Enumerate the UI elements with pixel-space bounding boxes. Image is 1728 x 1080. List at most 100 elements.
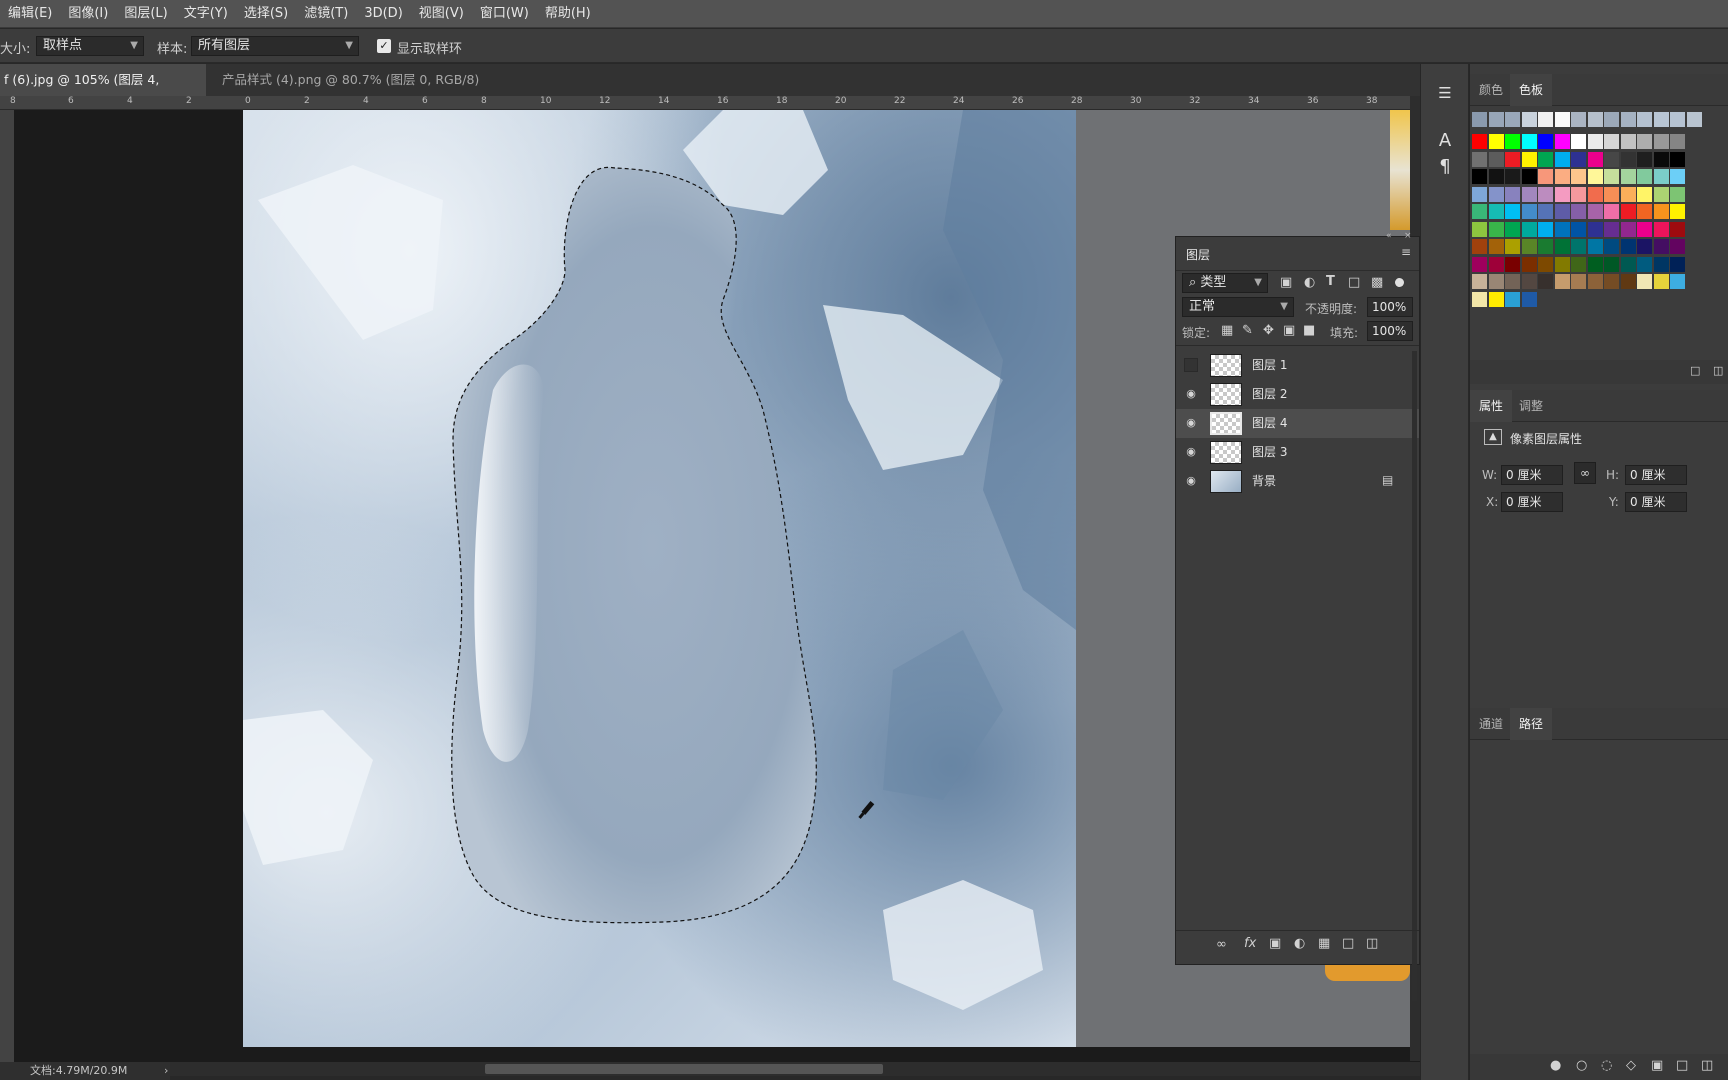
color-swatch[interactable] <box>1554 151 1570 167</box>
document-tab-inactive[interactable]: 产品样式 (4).png @ 80.7% (图层 0, RGB/8) *× <box>218 64 480 119</box>
document-tab-active[interactable]: f (6).jpg @ 105% (图层 4, RGB/8) *× <box>0 64 206 119</box>
history-icon[interactable]: ☰ <box>1421 84 1469 102</box>
color-swatch[interactable] <box>1604 134 1619 149</box>
color-swatch[interactable] <box>1538 169 1553 184</box>
menu-item[interactable]: 图像(I) <box>60 0 116 28</box>
color-swatch[interactable] <box>1604 204 1619 219</box>
color-swatch[interactable] <box>1505 169 1520 184</box>
color-swatch[interactable] <box>1521 204 1537 219</box>
filter-toggle-icon[interactable] <box>1395 278 1404 287</box>
color-swatch[interactable] <box>1653 134 1669 149</box>
color-swatch[interactable] <box>1472 112 1487 127</box>
new-swatch-icon[interactable]: □ <box>1690 364 1700 377</box>
color-swatch[interactable] <box>1587 169 1603 184</box>
new-path-icon[interactable]: □ <box>1676 1058 1688 1073</box>
add-mask-icon[interactable]: ▣ <box>1269 936 1281 951</box>
color-swatch[interactable] <box>1521 186 1537 202</box>
color-swatch[interactable] <box>1620 221 1636 237</box>
color-swatch[interactable] <box>1488 151 1504 167</box>
menu-item[interactable]: 选择(S) <box>236 0 296 28</box>
color-swatch[interactable] <box>1620 134 1636 149</box>
color-swatch[interactable] <box>1686 112 1702 127</box>
color-swatch[interactable] <box>1587 134 1603 149</box>
shape-filter-icon[interactable]: □ <box>1348 275 1360 290</box>
chevron-right-icon[interactable]: › <box>164 1062 168 1080</box>
lock-transparency-icon[interactable]: ▦ <box>1221 323 1233 338</box>
color-swatch[interactable] <box>1472 186 1487 202</box>
color-swatch[interactable] <box>1637 274 1652 289</box>
color-swatch[interactable] <box>1521 134 1537 149</box>
color-swatch[interactable] <box>1521 291 1537 307</box>
color-swatch[interactable] <box>1554 204 1570 219</box>
tab-properties[interactable]: 属性 <box>1470 390 1513 422</box>
color-swatch[interactable] <box>1653 169 1669 184</box>
color-swatch[interactable] <box>1571 274 1586 289</box>
color-swatch[interactable] <box>1554 134 1570 149</box>
color-swatch[interactable] <box>1571 112 1586 127</box>
link-layers-icon[interactable]: ∞ <box>1216 937 1227 952</box>
color-swatch[interactable] <box>1604 169 1619 184</box>
layer-row[interactable]: 图层 1 <box>1176 351 1419 380</box>
color-swatch[interactable] <box>1521 239 1537 254</box>
color-swatch[interactable] <box>1653 274 1669 289</box>
color-swatch[interactable] <box>1521 221 1537 237</box>
color-swatch[interactable] <box>1505 204 1520 219</box>
fx-icon[interactable]: fx <box>1244 936 1256 951</box>
color-swatch[interactable] <box>1472 291 1487 307</box>
tab-adjustments[interactable]: 调整 <box>1510 390 1552 422</box>
type-filter-icon[interactable]: T <box>1326 274 1335 289</box>
selection-to-path-icon[interactable]: ◌ <box>1601 1058 1612 1073</box>
visibility-toggle-off[interactable] <box>1184 358 1198 372</box>
size-dropdown[interactable]: 取样点 ▼ <box>36 36 144 56</box>
color-swatch[interactable] <box>1637 151 1652 167</box>
color-swatch[interactable] <box>1505 134 1520 149</box>
color-swatch[interactable] <box>1637 221 1652 237</box>
menu-item[interactable]: 视图(V) <box>411 0 472 28</box>
color-swatch[interactable] <box>1472 256 1487 272</box>
folder-icon[interactable]: ▦ <box>1318 936 1330 951</box>
y-field[interactable]: 0 厘米 <box>1625 492 1687 512</box>
color-swatch[interactable] <box>1472 134 1487 149</box>
color-swatch[interactable] <box>1488 239 1504 254</box>
color-swatch[interactable] <box>1587 274 1603 289</box>
color-swatch[interactable] <box>1538 204 1553 219</box>
color-swatch[interactable] <box>1521 151 1537 167</box>
document-canvas[interactable] <box>243 110 1076 1047</box>
color-swatch[interactable] <box>1538 239 1553 254</box>
layer-row-selected[interactable]: ◉ 图层 4 <box>1176 409 1419 438</box>
color-swatch[interactable] <box>1488 204 1504 219</box>
menu-item[interactable]: 窗口(W) <box>472 0 537 28</box>
color-swatch[interactable] <box>1521 256 1537 272</box>
color-swatch[interactable] <box>1538 186 1553 202</box>
color-swatch[interactable] <box>1587 256 1603 272</box>
color-swatch[interactable] <box>1505 256 1520 272</box>
color-swatch[interactable] <box>1637 112 1652 127</box>
color-swatch[interactable] <box>1554 112 1570 127</box>
color-swatch[interactable] <box>1620 204 1636 219</box>
color-swatch[interactable] <box>1538 256 1553 272</box>
add-mask-icon[interactable]: ▣ <box>1651 1058 1663 1073</box>
color-swatch[interactable] <box>1472 221 1487 237</box>
color-swatch[interactable] <box>1571 169 1586 184</box>
color-swatch[interactable] <box>1587 204 1603 219</box>
color-swatch[interactable] <box>1571 204 1586 219</box>
color-swatch[interactable] <box>1505 291 1520 307</box>
color-swatch[interactable] <box>1505 274 1520 289</box>
path-to-selection-icon[interactable]: ◇ <box>1626 1058 1636 1073</box>
color-swatch[interactable] <box>1620 239 1636 254</box>
color-swatch[interactable] <box>1472 151 1487 167</box>
color-swatch[interactable] <box>1637 204 1652 219</box>
menu-item[interactable]: 图层(L) <box>116 0 175 28</box>
color-swatch[interactable] <box>1620 186 1636 202</box>
lock-all-icon[interactable]: ■ <box>1303 323 1315 338</box>
menu-item[interactable]: 文字(Y) <box>176 0 236 28</box>
color-swatch[interactable] <box>1571 134 1586 149</box>
eye-icon[interactable]: ◉ <box>1184 416 1198 430</box>
color-swatch[interactable] <box>1653 186 1669 202</box>
color-swatch[interactable] <box>1571 151 1586 167</box>
color-swatch[interactable] <box>1554 221 1570 237</box>
color-swatch[interactable] <box>1488 291 1504 307</box>
color-swatch[interactable] <box>1653 256 1669 272</box>
color-swatch[interactable] <box>1670 274 1685 289</box>
layer-row[interactable]: ◉ 图层 3 <box>1176 438 1419 467</box>
